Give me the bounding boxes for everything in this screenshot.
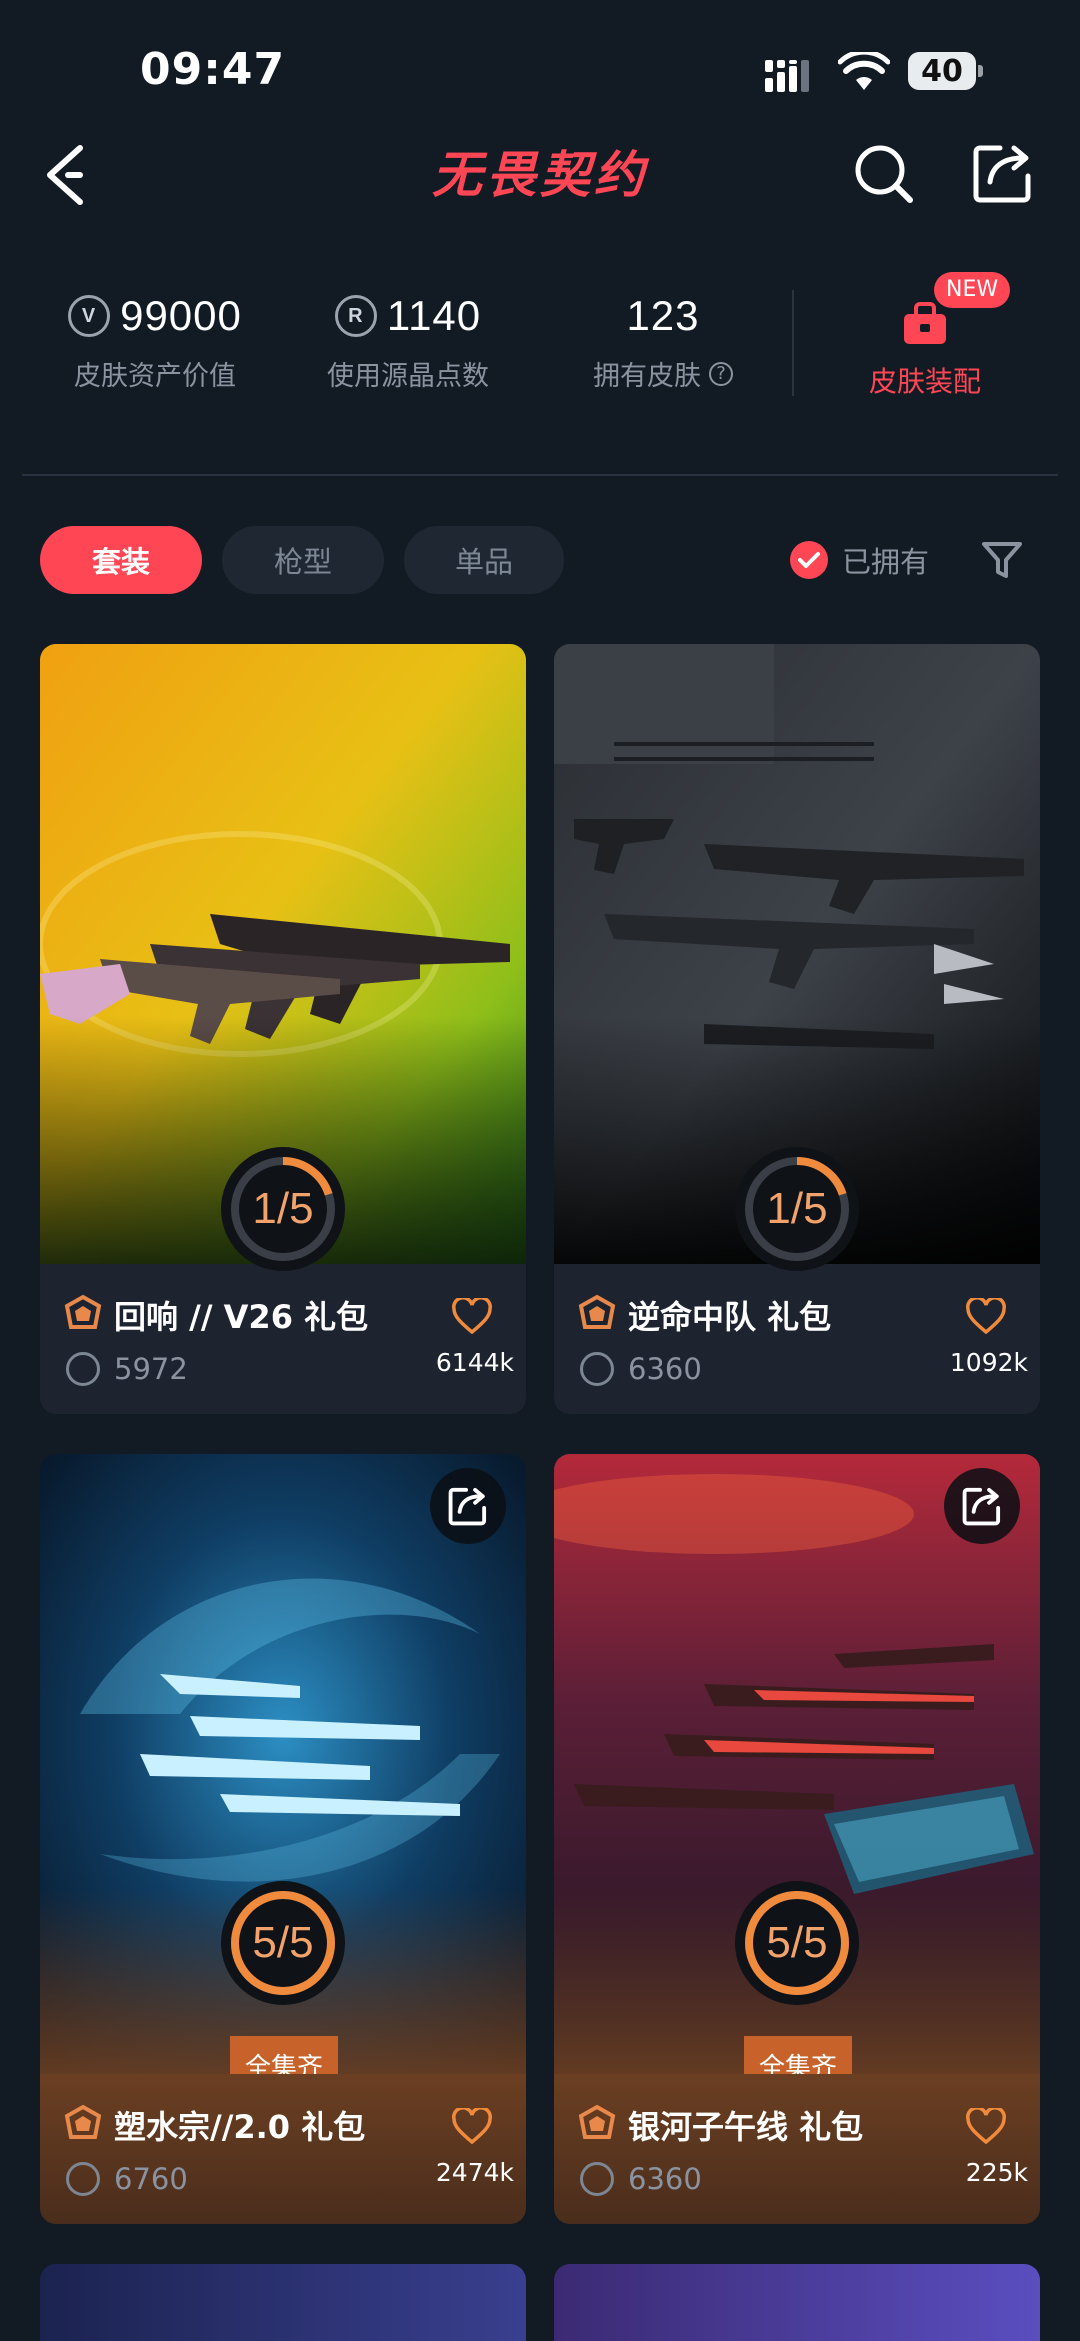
tier-badge-icon bbox=[64, 2104, 102, 2139]
bundle-likes: 1092k bbox=[949, 1348, 1028, 1377]
battery-icon: 40 bbox=[908, 52, 983, 92]
valorant-points-icon bbox=[66, 2162, 100, 2196]
share-button[interactable] bbox=[944, 1468, 1020, 1544]
bundle-price: 6360 bbox=[628, 2162, 702, 2196]
bundle-name: 塑水宗//2.0 礼包 bbox=[114, 2108, 366, 2146]
bundle-card[interactable]: 1/5 逆命中队 礼包 6360 1092k bbox=[554, 644, 1040, 1414]
stat-value: 123 bbox=[626, 292, 700, 339]
bundle-card[interactable]: 全集齐 5/5 银河子午线 礼包 6360 225k bbox=[554, 1454, 1040, 2224]
bundle-card-partial[interactable] bbox=[40, 2264, 526, 2341]
tier-badge-icon bbox=[578, 2104, 616, 2139]
share-button[interactable] bbox=[430, 1468, 506, 1544]
bundle-price: 6360 bbox=[628, 1352, 702, 1386]
bundle-info: 银河子午线 礼包 6360 225k bbox=[554, 2074, 1040, 2224]
valorant-points-icon: V bbox=[68, 295, 111, 337]
bundle-likes: 6144k bbox=[435, 1348, 514, 1377]
wifi-icon bbox=[838, 52, 890, 90]
bundle-likes: 225k bbox=[965, 2158, 1028, 2187]
page-title: 无畏契约 bbox=[432, 146, 648, 204]
heart-icon[interactable] bbox=[452, 2108, 492, 2144]
skin-equip-button[interactable]: NEW 皮肤装配 bbox=[830, 272, 1020, 400]
bundle-card[interactable]: 1/5 回响 // V26 礼包 5972 6144k bbox=[40, 644, 526, 1414]
bundle-name: 回响 // V26 礼包 bbox=[114, 1298, 369, 1336]
bundle-name: 逆命中队 礼包 bbox=[628, 1298, 832, 1336]
bundle-info: 逆命中队 礼包 6360 1092k bbox=[554, 1264, 1040, 1414]
share-icon[interactable] bbox=[972, 142, 1034, 204]
equip-label: 皮肤装配 bbox=[868, 365, 981, 398]
tier-badge-icon bbox=[64, 1294, 102, 1329]
valorant-points-icon bbox=[580, 1352, 614, 1386]
stat-label: 使用源晶点数 bbox=[327, 361, 489, 392]
share-icon bbox=[448, 1487, 487, 1526]
bundle-price: 5972 bbox=[114, 1352, 188, 1386]
stat-radianite-used: R 1140 使用源晶点数 bbox=[318, 290, 498, 393]
collection-progress-text: 1/5 bbox=[252, 1184, 314, 1233]
cellular-signal-icon bbox=[765, 60, 809, 92]
back-arrow-icon[interactable] bbox=[42, 140, 90, 210]
collection-progress-text: 5/5 bbox=[766, 1918, 828, 1967]
section-divider bbox=[22, 474, 1058, 476]
tab-suits[interactable]: 套装 bbox=[40, 526, 202, 594]
bundle-price: 6760 bbox=[114, 2162, 188, 2196]
heart-icon[interactable] bbox=[966, 2108, 1006, 2144]
bundle-info: 塑水宗//2.0 礼包 6760 2474k bbox=[40, 2074, 526, 2224]
stat-value: 99000 bbox=[120, 292, 242, 339]
battery-level: 40 bbox=[908, 52, 976, 90]
owned-filter-toggle[interactable]: 已拥有 bbox=[790, 535, 929, 585]
search-icon[interactable] bbox=[852, 142, 916, 206]
checkmark-icon[interactable] bbox=[790, 541, 828, 579]
heart-icon[interactable] bbox=[452, 1298, 492, 1334]
bundle-likes: 2474k bbox=[435, 2158, 514, 2187]
valorant-points-icon bbox=[580, 2162, 614, 2196]
bundle-info: 回响 // V26 礼包 5972 6144k bbox=[40, 1264, 526, 1414]
help-circle-icon[interactable]: ? bbox=[709, 361, 733, 386]
owned-label: 已拥有 bbox=[842, 545, 930, 579]
stat-label: 拥有皮肤 bbox=[593, 361, 701, 392]
filter-funnel-icon[interactable] bbox=[980, 538, 1024, 582]
stat-label: 皮肤资产价值 bbox=[74, 361, 236, 392]
equip-bag-icon bbox=[904, 302, 946, 344]
stat-skin-asset-value: V 99000 皮肤资产价值 bbox=[60, 290, 250, 393]
tier-badge-icon bbox=[578, 1294, 616, 1329]
bundle-name: 银河子午线 礼包 bbox=[628, 2108, 864, 2146]
radianite-icon: R bbox=[334, 295, 377, 337]
heart-icon[interactable] bbox=[966, 1298, 1006, 1334]
stat-value: 1140 bbox=[386, 292, 482, 339]
status-time: 09:47 bbox=[140, 44, 286, 95]
bundle-card[interactable]: 全集齐 5/5 塑水宗//2.0 礼包 6760 2474k bbox=[40, 1454, 526, 2224]
tab-gun-type[interactable]: 枪型 bbox=[222, 526, 384, 594]
share-icon bbox=[962, 1487, 1001, 1526]
bundle-card-partial[interactable] bbox=[554, 2264, 1040, 2341]
tab-single-item[interactable]: 单品 bbox=[404, 526, 564, 594]
collection-progress-text: 5/5 bbox=[252, 1918, 314, 1967]
stat-owned-skins[interactable]: 123 拥有皮肤 ? bbox=[578, 290, 748, 393]
valorant-points-icon bbox=[66, 1352, 100, 1386]
collection-progress-text: 1/5 bbox=[766, 1184, 828, 1233]
stats-divider bbox=[792, 290, 794, 396]
new-badge: NEW bbox=[934, 272, 1011, 308]
